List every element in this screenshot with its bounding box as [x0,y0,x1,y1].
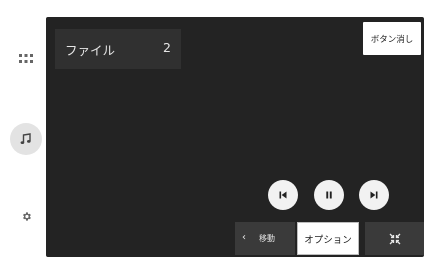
grid-icon [19,54,33,63]
media-screen: ファイル 2 ボタン消し ‹ 移動 オプション [46,17,424,257]
hide-buttons-button[interactable]: ボタン消し [363,22,421,55]
bottom-bar: ‹ 移動 オプション [235,222,424,255]
music-note-icon [20,133,31,144]
options-label: オプション [304,234,352,246]
pause-icon [326,191,332,199]
pause-button[interactable] [314,180,344,210]
move-button[interactable]: ‹ 移動 [235,222,295,255]
display-frame: ファイル 2 ボタン消し ‹ 移動 オプション [0,0,427,262]
shrink-button[interactable] [365,222,424,255]
file-label: ファイル [65,43,116,58]
next-track-button[interactable] [359,180,389,210]
sidebar-item-apps[interactable] [10,43,42,75]
options-button[interactable]: オプション [297,222,359,255]
sidebar-item-settings[interactable] [10,200,42,232]
previous-track-icon [279,191,287,199]
previous-track-button[interactable] [268,180,298,210]
shrink-icon [389,233,400,244]
next-track-icon [370,191,378,199]
file-count: 2 [163,40,171,55]
sidebar [6,17,46,257]
sidebar-item-audio[interactable] [10,123,42,155]
chevron-left-icon: ‹ [242,232,246,243]
move-label: 移動 [259,234,275,243]
file-panel[interactable]: ファイル 2 [55,29,181,69]
gear-icon [22,211,31,221]
